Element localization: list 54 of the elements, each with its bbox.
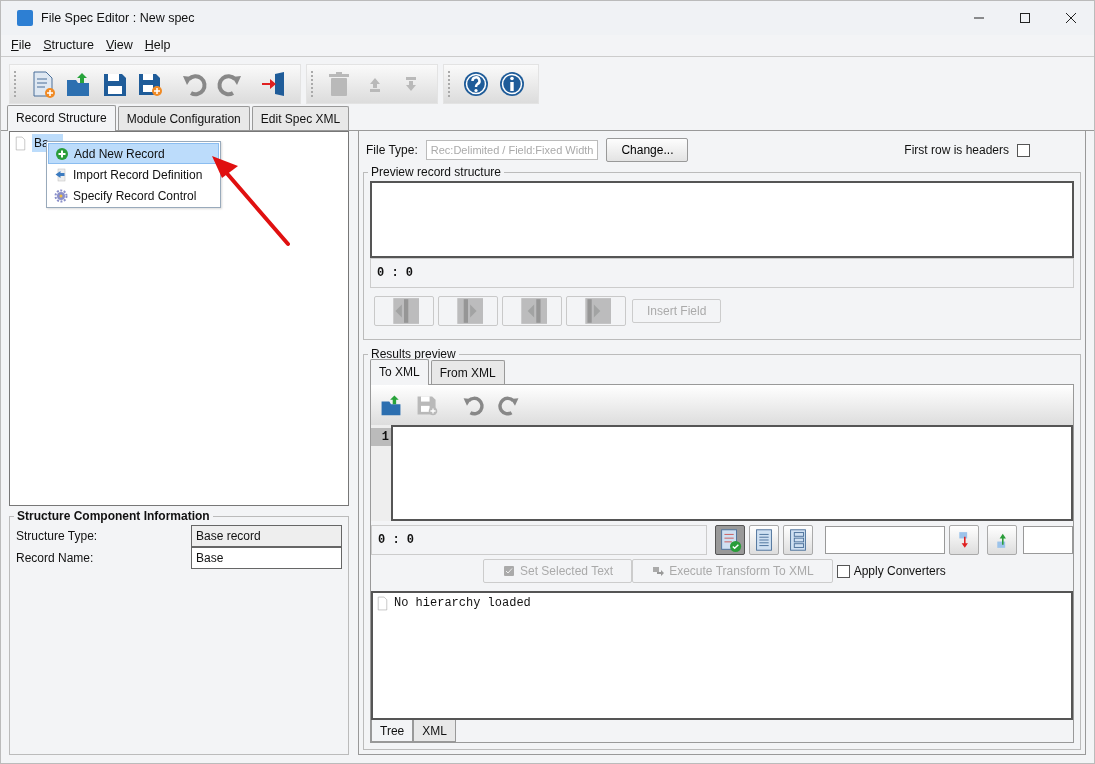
context-menu-item[interactable]: Import Record Definition [48, 164, 209, 185]
field-label: File Type: [366, 142, 418, 159]
text-field[interactable]: Base record [191, 525, 342, 548]
help-icon [462, 70, 490, 98]
text-field[interactable]: Base [191, 547, 342, 570]
tab[interactable]: Tree [371, 720, 414, 742]
app-logo-icon [17, 10, 33, 26]
checkbox[interactable] [1017, 143, 1030, 157]
position-text: 0 : 0 [377, 265, 413, 283]
context-menu-item[interactable]: Add New Record [48, 143, 219, 164]
checked-box-icon [502, 564, 516, 579]
view-toggle-button[interactable] [783, 525, 813, 556]
maximize-icon [1020, 13, 1030, 23]
open-folder-icon [64, 70, 92, 98]
tab[interactable]: From XML [430, 360, 505, 385]
menu-item[interactable]: Help [138, 36, 177, 55]
menu-item[interactable]: Structure [37, 36, 100, 55]
close-icon [1066, 13, 1076, 23]
context-menu-item[interactable]: Specify Record Control [48, 185, 203, 206]
line-number: 1 [371, 428, 391, 447]
plus-circle-icon [55, 146, 69, 161]
tab[interactable]: Record Structure [7, 105, 116, 131]
gear-icon [54, 188, 68, 203]
file-icon [13, 135, 28, 151]
view-toggle-button[interactable] [749, 525, 779, 556]
tab[interactable]: To XML [370, 359, 429, 386]
file-icon [375, 595, 390, 611]
search-button[interactable] [987, 525, 1017, 556]
section-title: Structure Component Information [16, 510, 211, 524]
section-title: Preview record structure [370, 166, 503, 180]
text-field[interactable] [1023, 526, 1073, 555]
tab[interactable]: Edit Spec XML [251, 106, 350, 130]
preview-area[interactable] [370, 181, 1074, 259]
menu-item[interactable]: File [5, 36, 38, 55]
search-field[interactable] [825, 526, 945, 555]
text-editor[interactable] [391, 425, 1073, 522]
tree-message: No hierarchy loaded [394, 595, 531, 613]
tab[interactable]: Module Configuration [117, 106, 250, 130]
position-text: 0 : 0 [378, 532, 414, 550]
field-label: Record Name: [16, 550, 95, 568]
section-title: Results preview [370, 348, 457, 362]
search-button[interactable] [949, 525, 979, 556]
window-title: File Spec Editor : New spec [41, 9, 196, 27]
open-folder-icon [379, 393, 403, 418]
checkbox-label: Apply Converters [853, 563, 946, 581]
field-label: Structure Type: [16, 528, 99, 546]
checkbox-label: First row is headers [904, 142, 1009, 159]
checkbox[interactable] [836, 564, 850, 578]
menu-item[interactable]: View [99, 36, 139, 55]
info-icon [498, 70, 526, 98]
tab[interactable]: XML [413, 720, 456, 742]
transform-arrow-icon [651, 564, 666, 579]
view-toggle-button[interactable] [715, 525, 745, 556]
save-as-icon [415, 393, 439, 418]
